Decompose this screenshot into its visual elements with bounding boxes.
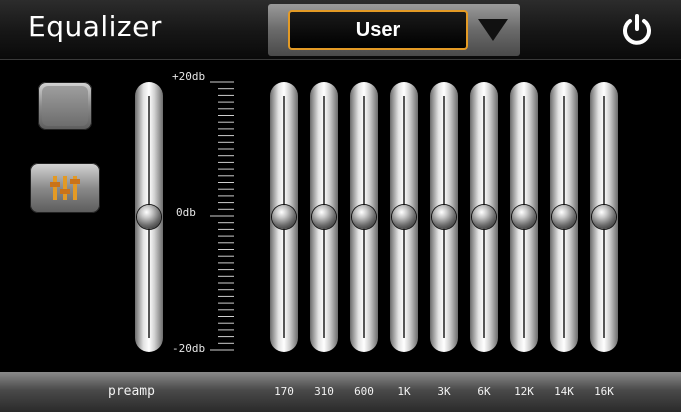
band-slider-knob-170[interactable] — [272, 205, 296, 229]
db-scale-ticks — [210, 81, 234, 351]
band-slider-knob-600[interactable] — [352, 205, 376, 229]
band-slider-knob-1K[interactable] — [392, 205, 416, 229]
blank-toggle-face — [42, 86, 88, 126]
scale-bottom-label: -20db — [172, 342, 206, 355]
band-slider-knob-16K[interactable] — [592, 205, 616, 229]
preamp-slider-knob[interactable] — [137, 205, 161, 229]
band-slider-knob-14K[interactable] — [552, 205, 576, 229]
preamp-label: preamp — [108, 384, 155, 399]
scale-top-label: +20db — [172, 70, 206, 83]
scale-mid-label: 0db — [176, 206, 196, 219]
band-slider-knob-310[interactable] — [312, 205, 336, 229]
band-slider-knob-6K[interactable] — [472, 205, 496, 229]
header-bar: Equalizer User — [0, 0, 681, 60]
preset-value[interactable]: User — [288, 10, 468, 50]
band-slider-knob-3K[interactable] — [432, 205, 456, 229]
chevron-down-icon[interactable] — [476, 17, 510, 43]
power-icon[interactable] — [619, 12, 655, 48]
sliders-icon — [50, 176, 80, 200]
band-slider-knob-12K[interactable] — [512, 205, 536, 229]
blank-toggle-button[interactable] — [38, 82, 92, 130]
preset-selector[interactable]: User — [268, 4, 520, 56]
page-title: Equalizer — [28, 10, 162, 43]
band-label-16K: 16K — [594, 385, 614, 398]
band-label-bar: preamp 170 310 600 1K 3K 6K 12K 14K 16K — [0, 372, 681, 412]
equalizer-mode-button[interactable] — [30, 163, 100, 213]
